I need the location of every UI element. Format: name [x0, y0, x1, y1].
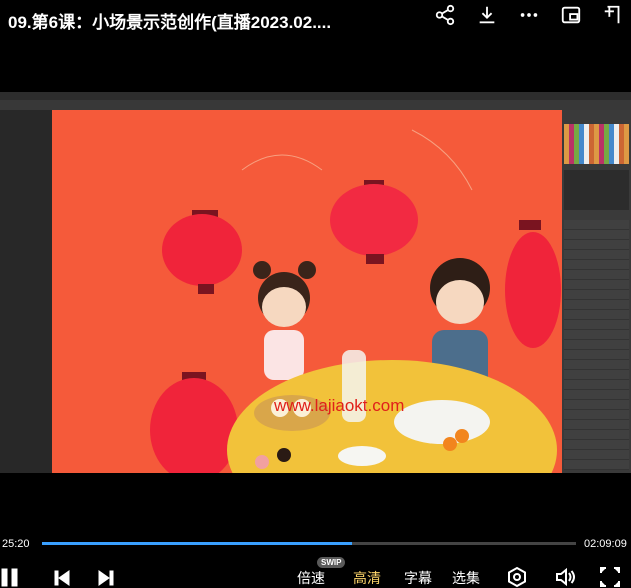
settings-icon — [508, 566, 526, 588]
settings-button[interactable] — [506, 566, 528, 588]
current-time: 25:20 — [2, 538, 30, 550]
next-button[interactable] — [96, 568, 116, 588]
skip-previous-icon — [54, 570, 70, 586]
ps-menu-bar — [0, 92, 631, 100]
swip-badge: SWIP — [317, 557, 346, 568]
video-title: 09.第6课：小场景示范创作(直播2023.02.... — [8, 13, 332, 32]
video-frame[interactable]: www.lajiaokt.com — [0, 92, 631, 473]
seek-progress — [42, 542, 352, 545]
picture-in-picture-icon[interactable] — [559, 3, 583, 27]
fullscreen-button[interactable] — [599, 566, 621, 588]
subtitle-button[interactable]: 字幕 — [404, 568, 432, 588]
quality-button[interactable]: 高清 — [353, 568, 381, 588]
fullscreen-icon — [600, 567, 620, 587]
volume-icon — [556, 567, 575, 587]
ps-workspace-left — [0, 110, 52, 473]
screen-icon[interactable] — [601, 3, 625, 27]
download-icon[interactable] — [475, 3, 499, 27]
ps-right-panels — [562, 110, 631, 473]
lantern-right — [505, 220, 561, 348]
share-icon[interactable] — [433, 3, 457, 27]
speed-button[interactable]: 倍速 — [297, 568, 325, 588]
ps-history-panel — [564, 170, 629, 210]
pause-icon — [1, 568, 18, 587]
pause-button[interactable] — [0, 566, 22, 588]
watermark-text: www.lajiaokt.com — [274, 396, 405, 415]
episodes-button[interactable]: 选集 — [452, 568, 480, 588]
illustration-canvas: www.lajiaokt.com — [52, 110, 562, 473]
ps-swatches-panel — [564, 124, 629, 164]
top-bar: 09.第6课：小场景示范创作(直播2023.02.... — [0, 0, 631, 36]
previous-button[interactable] — [52, 568, 72, 588]
lantern-left — [162, 210, 242, 294]
illustration — [150, 129, 561, 473]
seek-bar[interactable] — [42, 542, 576, 545]
top-actions — [433, 0, 625, 30]
lantern-center — [330, 180, 418, 264]
skip-next-icon — [98, 570, 114, 586]
character-girl — [253, 261, 316, 380]
volume-button[interactable] — [554, 566, 576, 588]
lantern-bottom-left — [150, 372, 238, 473]
duration: 02:09:09 — [584, 538, 627, 550]
ps-layers-panel — [564, 220, 629, 470]
more-icon[interactable] — [517, 3, 541, 27]
ps-options-bar — [0, 100, 631, 110]
